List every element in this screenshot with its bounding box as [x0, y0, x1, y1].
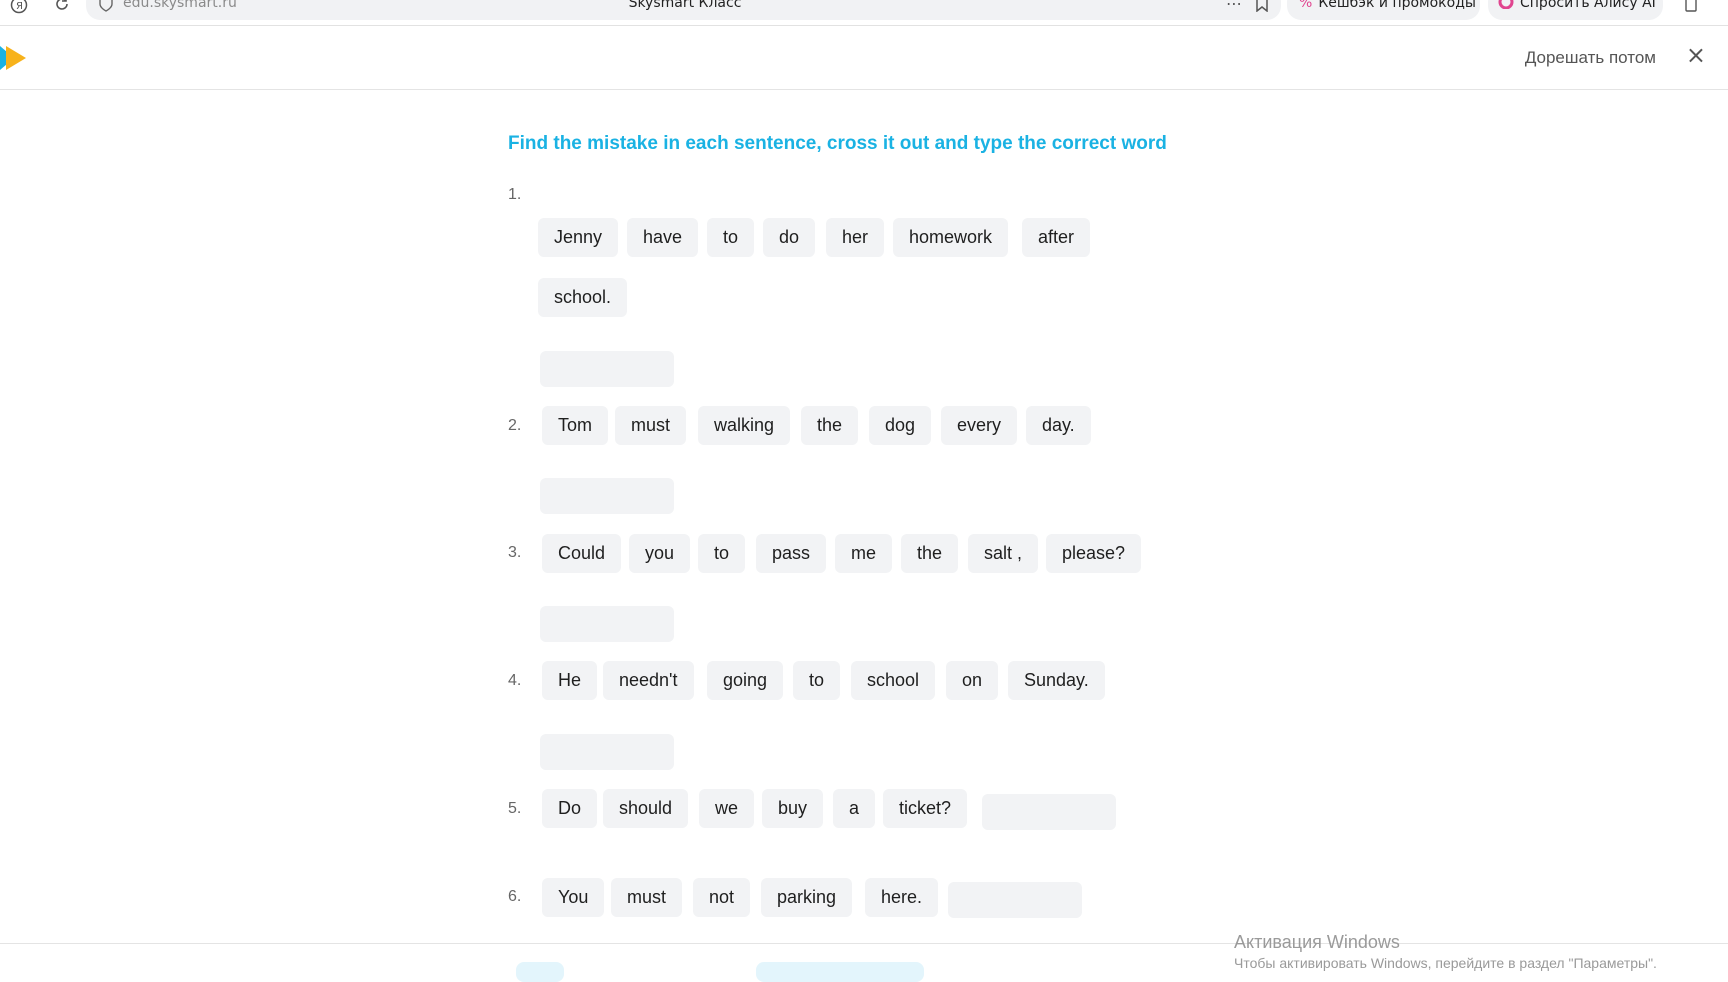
word-chip[interactable]: Do — [542, 789, 598, 828]
sentence-number: 3. — [508, 544, 522, 561]
word-chip[interactable]: here. — [865, 878, 939, 917]
word-chip[interactable]: on — [946, 661, 999, 700]
shield-icon — [99, 0, 113, 16]
sentence-number: 2. — [508, 417, 522, 434]
word-chip[interactable]: the — [901, 534, 959, 573]
percent-icon: % — [1299, 0, 1313, 11]
word-chip[interactable]: not — [693, 878, 751, 917]
word-chip[interactable]: He — [542, 661, 598, 700]
word-chip[interactable]: should — [603, 789, 689, 828]
clipboard-icon[interactable] — [1683, 0, 1699, 16]
word-chip[interactable]: parking — [761, 878, 853, 917]
word-chip[interactable]: the — [801, 406, 859, 445]
skysmart-logo — [0, 46, 28, 74]
footer-divider — [0, 943, 1728, 944]
word-chip[interactable]: her — [826, 218, 885, 257]
word-chip[interactable]: Could — [542, 534, 622, 573]
word-chip[interactable]: to — [707, 218, 755, 257]
windows-activation-text: Чтобы активировать Windows, перейдите в … — [1234, 955, 1657, 971]
answer-input[interactable] — [540, 351, 674, 387]
word-chip[interactable]: dog — [869, 406, 932, 445]
word-chip[interactable]: needn't — [603, 661, 694, 700]
word-chip[interactable]: going — [707, 661, 784, 700]
sentence-number: 1. — [508, 186, 522, 203]
answer-input[interactable] — [540, 606, 674, 642]
sentence-number: 4. — [508, 672, 522, 689]
word-chip[interactable]: you — [629, 534, 691, 573]
alice-icon — [1498, 0, 1514, 11]
word-chip[interactable]: we — [699, 789, 755, 828]
yandex-icon[interactable]: Я — [10, 0, 28, 18]
word-chip[interactable]: Tom — [542, 406, 609, 445]
word-chip[interactable]: homework — [893, 218, 1009, 257]
word-chip[interactable]: must — [611, 878, 683, 917]
word-chip[interactable]: me — [835, 534, 893, 573]
close-icon[interactable]: × — [1686, 43, 1706, 67]
word-chip[interactable]: after — [1022, 218, 1091, 257]
page-tab-title: Skysmart Класс — [628, 0, 742, 11]
word-chip[interactable]: school. — [538, 278, 628, 317]
word-chip[interactable]: every — [941, 406, 1018, 445]
browser-toolbar: Я edu.skysmart.ru Skysmart Класс ⋯ % Кешб… — [0, 0, 1728, 26]
task-title: Find the mistake in each sentence, cross… — [508, 133, 1167, 154]
svg-text:Я: Я — [16, 1, 23, 12]
address-text[interactable]: edu.skysmart.ru — [123, 0, 237, 11]
word-chip[interactable]: school — [851, 661, 936, 700]
solve-later-link[interactable]: Дорешать потом — [1525, 48, 1656, 68]
word-chip[interactable]: to — [698, 534, 746, 573]
more-icon[interactable]: ⋯ — [1226, 0, 1242, 12]
footer-back-button[interactable] — [516, 962, 564, 982]
footer-next-button[interactable] — [756, 962, 924, 982]
word-chip[interactable]: walking — [698, 406, 791, 445]
app-header: Дорешать потом × — [0, 26, 1728, 90]
word-chip[interactable]: Jenny — [538, 218, 619, 257]
word-chip[interactable]: please? — [1046, 534, 1142, 573]
word-chip[interactable]: buy — [762, 789, 824, 828]
ask-alice-label: Спросить Алису AI — [1520, 0, 1656, 11]
word-chip[interactable]: salt , — [968, 534, 1039, 573]
sentence-number: 6. — [508, 888, 522, 905]
bookmark-icon[interactable] — [1255, 0, 1269, 16]
windows-activation-title: Активация Windows — [1234, 932, 1400, 952]
reload-icon[interactable] — [54, 0, 70, 16]
cashback-label: Кешбэк и промокоды — [1318, 0, 1476, 11]
word-chip[interactable]: day. — [1026, 406, 1091, 445]
word-chip[interactable]: pass — [756, 534, 827, 573]
word-chip[interactable]: must — [615, 406, 687, 445]
sentence-number: 5. — [508, 800, 522, 817]
word-chip[interactable]: ticket? — [883, 789, 968, 828]
answer-input[interactable] — [982, 794, 1116, 830]
word-chip[interactable]: have — [627, 218, 699, 257]
word-chip[interactable]: to — [793, 661, 841, 700]
word-chip[interactable]: You — [542, 878, 605, 917]
ask-alice-button[interactable]: Спросить Алису AI — [1488, 0, 1663, 20]
answer-input[interactable] — [540, 478, 674, 514]
answer-input[interactable] — [540, 734, 674, 770]
word-chip[interactable]: Sunday. — [1008, 661, 1105, 700]
cashback-button[interactable]: % Кешбэк и промокоды — [1287, 0, 1480, 20]
answer-input[interactable] — [948, 882, 1082, 918]
word-chip[interactable]: a — [833, 789, 876, 828]
word-chip[interactable]: do — [763, 218, 816, 257]
